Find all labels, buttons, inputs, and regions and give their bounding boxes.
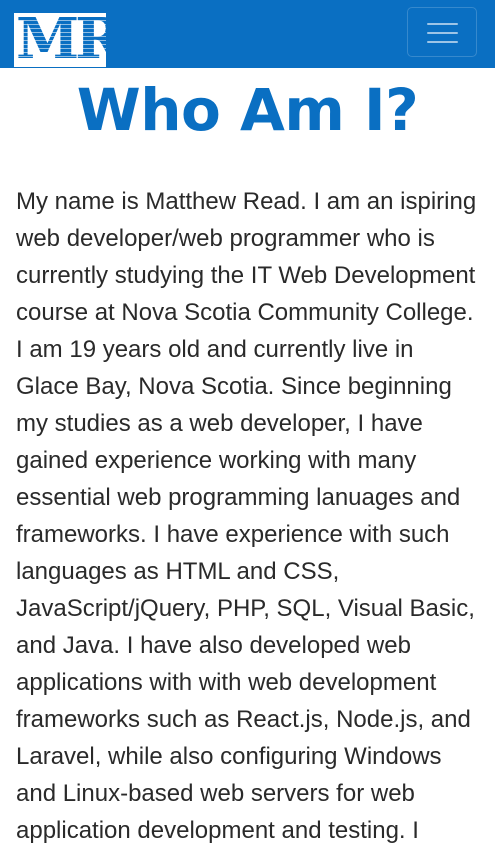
logo-text: MR [16,13,106,67]
navbar-toggler-button[interactable] [407,7,477,57]
bio-paragraph: My name is Matthew Read. I am an ispirin… [16,188,477,844]
hamburger-bar-middle [427,32,458,34]
hamburger-bar-bottom [427,41,458,43]
page-title: Who Am I? [76,76,419,144]
hamburger-bar-top [427,23,458,25]
site-logo[interactable]: MR [14,13,106,67]
top-navbar: MR [0,0,495,68]
